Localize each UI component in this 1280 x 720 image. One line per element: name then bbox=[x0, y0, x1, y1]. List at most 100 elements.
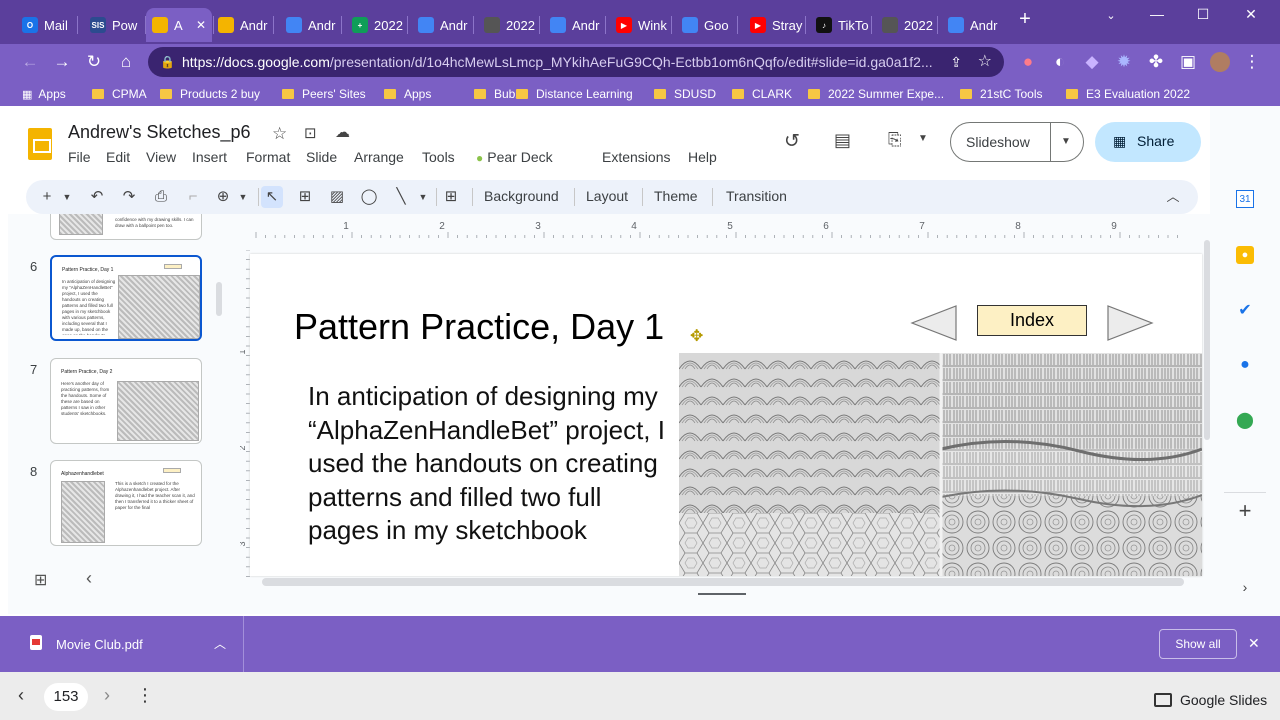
profile-avatar[interactable] bbox=[1208, 50, 1232, 74]
menu-item[interactable]: Format bbox=[246, 149, 290, 165]
tab-search-icon[interactable]: ⌄ bbox=[1096, 9, 1126, 22]
side-panel-icon[interactable]: ▣ bbox=[1176, 50, 1200, 74]
move-handle-icon[interactable]: ✥ bbox=[690, 326, 703, 346]
menu-item[interactable]: Insert bbox=[192, 149, 227, 165]
slide-thumbnail-6[interactable]: Pattern Practice, Day 1 In anticipation … bbox=[50, 255, 202, 341]
maps-icon[interactable]: ⬤ bbox=[1236, 412, 1254, 430]
address-bar[interactable]: 🔒 https://docs.google.com/presentation/d… bbox=[148, 47, 1004, 77]
get-addons-icon[interactable]: + bbox=[1236, 500, 1254, 522]
bookmark-item[interactable]: 2022 Summer Expe... bbox=[808, 84, 944, 104]
extension-icon-1[interactable]: ● bbox=[1016, 50, 1040, 74]
document-title[interactable]: Andrew's Sketches_p6 bbox=[68, 122, 251, 143]
expand-side-panel-icon[interactable]: › bbox=[1236, 578, 1254, 596]
collapse-toolbar-icon[interactable]: ︿ bbox=[1162, 186, 1184, 208]
bookmark-item[interactable]: Peers' Sites bbox=[282, 84, 366, 104]
calendar-icon[interactable]: 31 bbox=[1236, 190, 1254, 208]
paint-format-icon[interactable]: ⌐ bbox=[182, 186, 204, 208]
bookmark-item[interactable]: Distance Learning bbox=[516, 84, 633, 104]
filmstrip-scrollbar[interactable] bbox=[216, 282, 222, 316]
share-button[interactable]: ▦ Share bbox=[1095, 122, 1201, 162]
transition-button[interactable]: Transition bbox=[726, 188, 787, 204]
select-icon[interactable]: ↖ bbox=[261, 186, 283, 208]
bookmark-item[interactable]: CLARK bbox=[732, 84, 792, 104]
contacts-icon[interactable]: ● bbox=[1236, 356, 1254, 374]
browser-tab[interactable]: 2022 bbox=[478, 8, 538, 42]
bookmark-item[interactable]: Apps bbox=[384, 84, 431, 104]
close-window-icon[interactable]: ✕ bbox=[1236, 6, 1266, 23]
reload-icon[interactable]: ↻ bbox=[82, 50, 106, 74]
canvas-horizontal-scrollbar[interactable] bbox=[262, 578, 1184, 586]
slide-thumbnail-7[interactable]: Pattern Practice, Day 2 Here's another d… bbox=[50, 358, 202, 444]
print-icon[interactable]: ⎙ bbox=[150, 186, 172, 208]
browser-tab[interactable]: Andr bbox=[544, 8, 604, 42]
next-page-icon[interactable]: › bbox=[104, 685, 110, 706]
pattern-sketch-image[interactable] bbox=[679, 353, 1202, 576]
menu-item[interactable]: Slide bbox=[306, 149, 337, 165]
browser-tab[interactable]: A ✕ bbox=[146, 8, 212, 42]
keep-icon[interactable]: ● bbox=[1236, 246, 1254, 264]
layout-button[interactable]: Layout bbox=[586, 188, 628, 204]
bookmark-item[interactable]: CPMA bbox=[92, 84, 147, 104]
previous-arrow-icon[interactable] bbox=[910, 304, 958, 342]
new-slide-icon[interactable]: + bbox=[36, 186, 58, 208]
slide-thumbnail-5[interactable]: confidence with my drawing skills. I can… bbox=[50, 214, 202, 240]
menu-item[interactable]: Help bbox=[688, 149, 717, 165]
browser-tab[interactable]: Andr bbox=[212, 8, 272, 42]
browser-tab[interactable]: Goo bbox=[676, 8, 736, 42]
browser-tab[interactable]: SIS Pow bbox=[84, 8, 144, 42]
meet-dropdown-icon[interactable]: ▼ bbox=[918, 133, 928, 144]
bookmark-item[interactable]: 21stC Tools bbox=[960, 84, 1042, 104]
bookmark-item[interactable]: SDUSD bbox=[654, 84, 716, 104]
extension-icon-2[interactable]: ◐ bbox=[1048, 50, 1072, 74]
canvas-vertical-scrollbar[interactable] bbox=[1204, 240, 1210, 440]
download-options-icon[interactable]: ︿ bbox=[214, 635, 226, 652]
slide-canvas[interactable]: Pattern Practice, Day 1 ✥ In anticipatio… bbox=[250, 254, 1202, 576]
minimize-icon[interactable]: — bbox=[1142, 6, 1172, 22]
close-download-bar-icon[interactable]: ✕ bbox=[1248, 635, 1260, 652]
line-dropdown-icon[interactable]: ▼ bbox=[412, 186, 434, 208]
browser-tab[interactable]: ♪ TikTo bbox=[810, 8, 870, 42]
cloud-status-icon[interactable]: ☁ bbox=[335, 123, 350, 141]
menu-item[interactable]: File bbox=[68, 149, 91, 165]
show-all-button[interactable]: Show all bbox=[1159, 629, 1237, 659]
shape-icon[interactable]: ◯ bbox=[358, 186, 380, 208]
version-history-icon[interactable]: ↺ bbox=[784, 130, 800, 153]
new-tab-icon[interactable]: + bbox=[1010, 8, 1040, 31]
browser-tab[interactable]: O Mail bbox=[16, 8, 76, 42]
browser-menu-icon[interactable]: ⋮ bbox=[1240, 50, 1264, 74]
menu-item[interactable]: Arrange bbox=[354, 149, 404, 165]
bookmark-item[interactable]: Products 2 buy bbox=[160, 84, 260, 104]
extension-icon-4[interactable]: ✹ bbox=[1112, 50, 1136, 74]
forward-icon[interactable]: → bbox=[50, 50, 74, 74]
browser-tab[interactable]: 2022 bbox=[876, 8, 936, 42]
browser-tab[interactable]: Andr bbox=[942, 8, 1002, 42]
image-icon[interactable]: ▨ bbox=[326, 186, 348, 208]
slideshow-dropdown-icon[interactable]: ▼ bbox=[1061, 136, 1071, 147]
background-button[interactable]: Background bbox=[484, 188, 559, 204]
speaker-notes-handle[interactable] bbox=[698, 593, 746, 595]
line-icon[interactable]: ╲ bbox=[390, 186, 412, 208]
slide-thumbnail-8[interactable]: Alphazenhandlebet This is a sketch I cre… bbox=[50, 460, 202, 546]
redo-icon[interactable]: ↷ bbox=[118, 186, 140, 208]
zoom-dropdown-icon[interactable]: ▼ bbox=[232, 186, 254, 208]
undo-icon[interactable]: ↶ bbox=[86, 186, 108, 208]
zoom-icon[interactable]: ⊕ bbox=[212, 186, 234, 208]
bookmark-item[interactable]: ▦ Apps bbox=[22, 84, 66, 104]
theme-button[interactable]: Theme bbox=[654, 188, 698, 204]
slide-title[interactable]: Pattern Practice, Day 1 bbox=[294, 306, 664, 348]
collapse-filmstrip-icon[interactable]: ‹ bbox=[86, 568, 92, 589]
tasks-icon[interactable]: ✔ bbox=[1236, 302, 1254, 320]
grid-view-icon[interactable]: ⊞ bbox=[34, 570, 47, 590]
slide-body-text[interactable]: In anticipation of designing my “AlphaZe… bbox=[308, 380, 668, 548]
browser-tab[interactable]: ▶ Stray bbox=[744, 8, 804, 42]
menu-item[interactable]: ● Pear Deck bbox=[476, 149, 553, 165]
browser-tab[interactable]: ▶ Wink bbox=[610, 8, 670, 42]
move-folder-icon[interactable]: ⊡ bbox=[304, 124, 317, 142]
browser-tab[interactable]: Andr bbox=[280, 8, 340, 42]
next-arrow-icon[interactable] bbox=[1106, 304, 1154, 342]
browser-tab[interactable]: +2022 bbox=[346, 8, 406, 42]
new-slide-dropdown-icon[interactable]: ▼ bbox=[56, 186, 78, 208]
bookmark-star-icon[interactable]: ☆ bbox=[978, 47, 992, 77]
menu-item[interactable]: Edit bbox=[106, 149, 130, 165]
puzzle-icon[interactable]: ✤ bbox=[1144, 50, 1168, 74]
